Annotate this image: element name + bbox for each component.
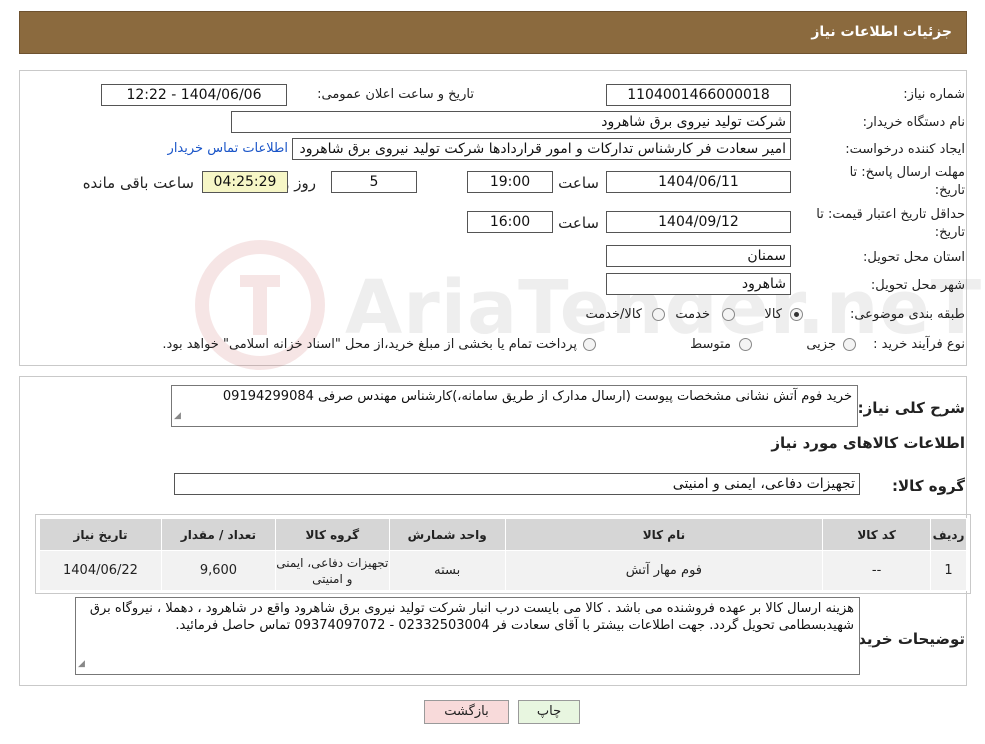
deadline-time-field[interactable]: 19:00 <box>467 171 553 193</box>
goods-table: ردیف کد کالا نام کالا واحد شمارش گروه کا… <box>39 518 967 591</box>
announce-datetime-field[interactable]: 1404/06/06 - 12:22 <box>101 84 287 106</box>
col-group: گروه کالا <box>274 518 390 551</box>
province-label: استان محل تحویل: <box>863 250 965 265</box>
category-option-goods: کالا <box>764 307 782 322</box>
city-label: شهر محل تحویل: <box>870 278 965 293</box>
process-radio-minor[interactable] <box>843 338 856 351</box>
cell-code: -- <box>822 550 932 591</box>
col-row: ردیف <box>930 518 967 551</box>
process-option-minor: جزیی <box>806 337 836 352</box>
days-remaining-field[interactable]: 5 <box>331 171 417 193</box>
deadline-label-line2: تاریخ: <box>934 183 965 198</box>
cell-row: 1 <box>930 550 967 591</box>
validity-label-line2: تاریخ: <box>934 225 965 240</box>
creator-label: ایجاد کننده درخواست: <box>845 142 965 157</box>
buyer-org-field[interactable]: شرکت تولید نیروی برق شاهرود <box>231 111 791 133</box>
page-header: جزئیات اطلاعات نیاز <box>19 11 967 54</box>
remaining-time-field[interactable]: 04:25:29 <box>202 171 288 193</box>
validity-time-field[interactable]: 16:00 <box>467 211 553 233</box>
process-option-medium: متوسط <box>690 337 731 352</box>
resize-grip-icon[interactable]: ◢ <box>174 408 181 425</box>
resize-grip-icon[interactable]: ◢ <box>78 656 85 673</box>
deadline-date-field[interactable]: 1404/06/11 <box>606 171 791 193</box>
col-qty: تعداد / مقدار <box>160 518 276 551</box>
province-field[interactable]: سمنان <box>606 245 791 267</box>
col-date: تاریخ نیاز <box>39 518 162 551</box>
cell-qty: 9,600 <box>160 550 276 591</box>
category-radio-goods-service[interactable] <box>652 308 665 321</box>
summary-text: خرید فوم آتش نشانی مشخصات پیوست (ارسال م… <box>222 389 852 404</box>
announce-label: تاریخ و ساعت اعلان عمومی: <box>317 87 474 102</box>
need-number-label: شماره نیاز: <box>903 87 965 102</box>
back-button[interactable]: بازگشت <box>424 700 509 724</box>
deadline-label-line1: مهلت ارسال پاسخ: تا <box>849 165 965 180</box>
buyer-notes-textarea[interactable]: هزینه ارسال کالا بر عهده فروشنده می باشد… <box>75 597 860 675</box>
validity-time-label: ساعت <box>558 214 599 232</box>
category-option-service: خدمت <box>675 307 710 322</box>
category-radio-service[interactable] <box>722 308 735 321</box>
buyer-org-label: نام دستگاه خریدار: <box>862 115 965 130</box>
process-label: نوع فرآیند خرید : <box>873 337 965 352</box>
page-title: جزئیات اطلاعات نیاز <box>811 24 952 40</box>
process-treasury-note: پرداخت تمام یا بخشی از مبلغ خرید،از محل … <box>162 337 577 352</box>
category-label: طبقه بندی موضوعی: <box>849 307 965 322</box>
deadline-time-label: ساعت <box>558 174 599 192</box>
cell-name: فوم مهار آتش <box>504 550 824 591</box>
creator-field[interactable]: امیر سعادت فر کارشناس تدارکات و امور قرا… <box>292 138 791 160</box>
col-code: کد کالا <box>822 518 932 551</box>
summary-textarea[interactable]: خرید فوم آتش نشانی مشخصات پیوست (ارسال م… <box>171 385 858 427</box>
cell-date: 1404/06/22 <box>39 550 162 591</box>
goods-section-title: اطلاعات کالاهای مورد نیاز <box>771 434 965 452</box>
cell-group: تجهیزات دفاعی، ایمنی و امنیتی <box>274 550 390 591</box>
buyer-notes-text: هزینه ارسال کالا بر عهده فروشنده می باشد… <box>89 601 854 633</box>
remaining-time-label: ساعت باقی مانده <box>82 174 194 192</box>
city-field[interactable]: شاهرود <box>606 273 791 295</box>
category-radio-goods[interactable] <box>790 308 803 321</box>
col-name: نام کالا <box>504 518 824 551</box>
cell-unit: بسته <box>388 550 506 591</box>
category-option-goods-service: کالا/خدمت <box>585 307 642 322</box>
print-button[interactable]: چاپ <box>518 700 580 724</box>
validity-label-line1: حداقل تاریخ اعتبار قیمت: تا <box>816 207 965 222</box>
goods-group-field[interactable]: تجهیزات دفاعی، ایمنی و امنیتی <box>174 473 860 495</box>
need-number-field[interactable]: 1104001466000018 <box>606 84 791 106</box>
process-treasury-checkbox[interactable] <box>583 338 596 351</box>
col-unit: واحد شمارش <box>388 518 506 551</box>
summary-label: شرح کلی نیاز: <box>857 399 965 417</box>
goods-table-header: ردیف کد کالا نام کالا واحد شمارش گروه کا… <box>39 518 967 551</box>
process-radio-medium[interactable] <box>739 338 752 351</box>
buyer-contact-link[interactable]: اطلاعات تماس خریدار <box>168 141 288 156</box>
validity-date-field[interactable]: 1404/09/12 <box>606 211 791 233</box>
goods-group-label: گروه کالا: <box>892 477 965 495</box>
table-row[interactable]: 1 -- فوم مهار آتش بسته تجهیزات دفاعی، ای… <box>39 550 967 591</box>
